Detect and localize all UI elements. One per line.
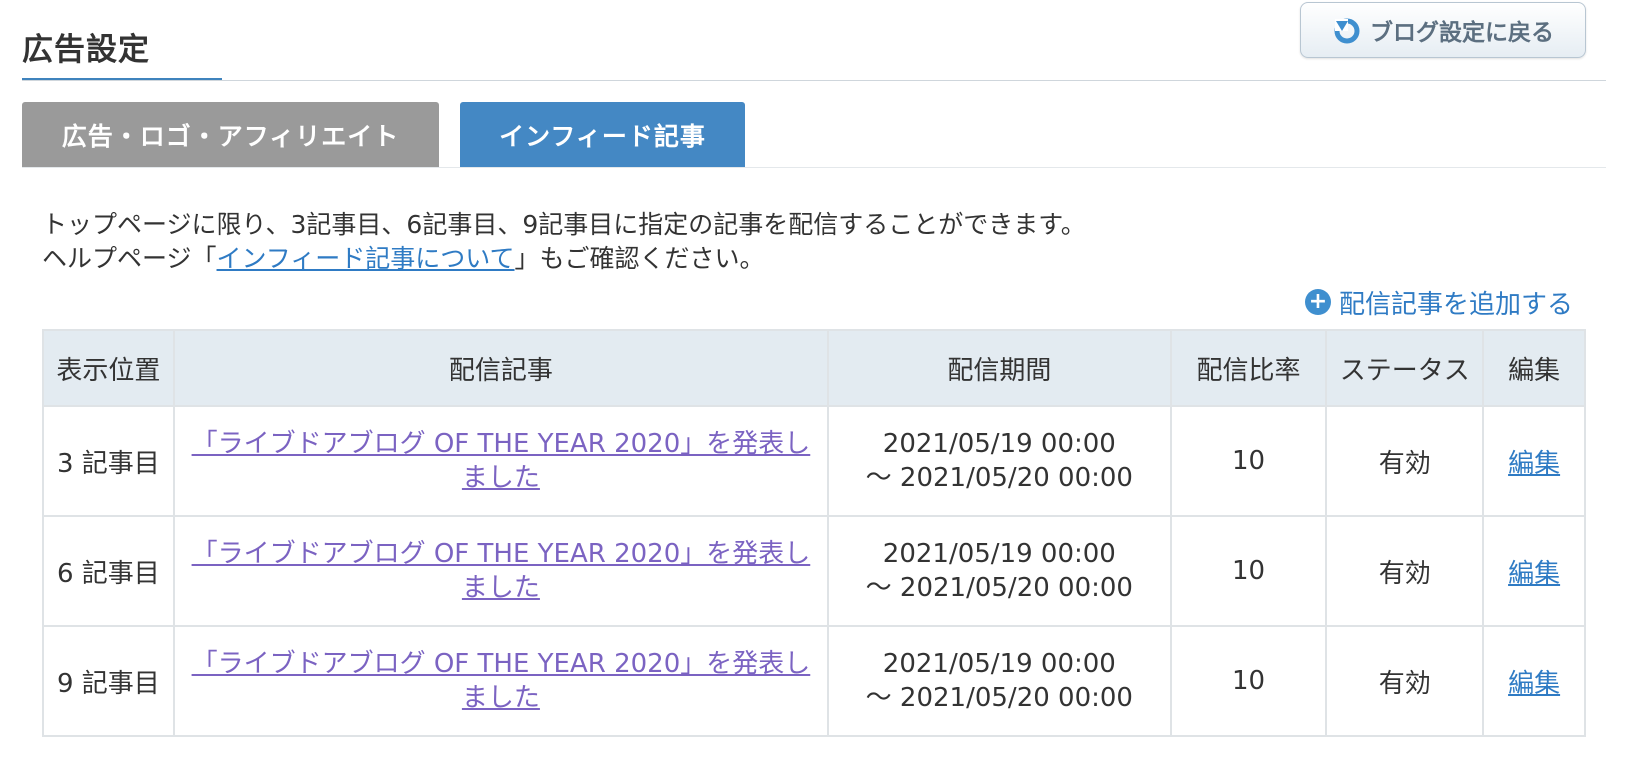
row-article-cell: 「ライブドアブログ OF THE YEAR 2020」を発表しました (172, 515, 830, 627)
period-start: 2021/05/19 00:00 (882, 649, 1116, 679)
period-start: 2021/05/19 00:00 (882, 539, 1116, 569)
back-button-label: ブログ設定に戻る (1370, 20, 1554, 46)
row-status: 有効 (1325, 405, 1485, 517)
period-end: ～ 2021/05/20 00:00 (865, 463, 1133, 493)
article-link[interactable]: 「ライブドアブログ OF THE YEAR 2020」を発表しました (192, 429, 811, 493)
edit-link[interactable]: 編集 (1508, 559, 1560, 589)
period-end: ～ 2021/05/20 00:00 (865, 573, 1133, 603)
edit-link[interactable]: 編集 (1508, 669, 1560, 699)
row-status: 有効 (1325, 625, 1485, 737)
description: トップページに限り、3記事目、6記事目、9記事目に指定の記事を配信することができ… (42, 208, 1086, 276)
row-period: 2021/05/19 00:00 ～ 2021/05/20 00:00 (827, 405, 1172, 517)
row-edit-cell: 編集 (1482, 515, 1586, 627)
plus-circle-icon: + (1305, 289, 1331, 315)
description-suffix: 」もご確認ください。 (514, 244, 765, 273)
article-link[interactable]: 「ライブドアブログ OF THE YEAR 2020」を発表しました (192, 649, 811, 713)
row-article-cell: 「ライブドアブログ OF THE YEAR 2020」を発表しました (172, 405, 830, 517)
title-underline-accent (22, 78, 222, 80)
add-article-label: 配信記事を追加する (1339, 289, 1574, 320)
header-article: 配信記事 (172, 329, 830, 407)
header-position: 表示位置 (42, 329, 175, 407)
tab-infeed-articles[interactable]: インフィード記事 (460, 102, 745, 168)
row-ratio: 10 (1169, 625, 1328, 737)
table-header-row: 表示位置 配信記事 配信期間 配信比率 ステータス 編集 (42, 329, 1586, 407)
title-divider (22, 80, 1606, 81)
row-position: 9 記事目 (42, 625, 175, 737)
description-line-1: トップページに限り、3記事目、6記事目、9記事目に指定の記事を配信することができ… (42, 210, 1086, 239)
period-start: 2021/05/19 00:00 (882, 429, 1116, 459)
row-period: 2021/05/19 00:00 ～ 2021/05/20 00:00 (827, 625, 1172, 737)
help-link-infeed[interactable]: インフィード記事について (217, 244, 515, 273)
header-ratio: 配信比率 (1169, 329, 1328, 407)
page-title: 広告設定 (22, 32, 150, 68)
tab-ads-logo-affiliate[interactable]: 広告・ロゴ・アフィリエイト (22, 102, 439, 168)
row-edit-cell: 編集 (1482, 405, 1586, 517)
tabs-divider (22, 167, 1606, 168)
table-row: 3 記事目 「ライブドアブログ OF THE YEAR 2020」を発表しました… (42, 405, 1586, 517)
row-period: 2021/05/19 00:00 ～ 2021/05/20 00:00 (827, 515, 1172, 627)
row-position: 6 記事目 (42, 515, 175, 627)
row-ratio: 10 (1169, 405, 1328, 517)
edit-link[interactable]: 編集 (1508, 449, 1560, 479)
table-row: 9 記事目 「ライブドアブログ OF THE YEAR 2020」を発表しました… (42, 625, 1586, 737)
row-edit-cell: 編集 (1482, 625, 1586, 737)
description-prefix: ヘルプページ「 (42, 244, 217, 273)
row-ratio: 10 (1169, 515, 1328, 627)
description-line-2: ヘルプページ「インフィード記事について」もご確認ください。 (42, 242, 1086, 276)
header-status: ステータス (1325, 329, 1485, 407)
back-to-blog-settings-button[interactable]: ブログ設定に戻る (1300, 2, 1586, 58)
table-row: 6 記事目 「ライブドアブログ OF THE YEAR 2020」を発表しました… (42, 515, 1586, 627)
header-edit: 編集 (1482, 329, 1586, 407)
period-end: ～ 2021/05/20 00:00 (865, 683, 1133, 713)
article-link[interactable]: 「ライブドアブログ OF THE YEAR 2020」を発表しました (192, 539, 811, 603)
refresh-arrow-icon (1332, 15, 1362, 45)
add-article-link[interactable]: + 配信記事を追加する (1305, 284, 1573, 320)
header-period: 配信期間 (827, 329, 1172, 407)
row-status: 有効 (1325, 515, 1485, 627)
infeed-articles-table: 表示位置 配信記事 配信期間 配信比率 ステータス 編集 3 記事目 「ライブド… (42, 329, 1586, 737)
row-position: 3 記事目 (42, 405, 175, 517)
row-article-cell: 「ライブドアブログ OF THE YEAR 2020」を発表しました (172, 625, 830, 737)
